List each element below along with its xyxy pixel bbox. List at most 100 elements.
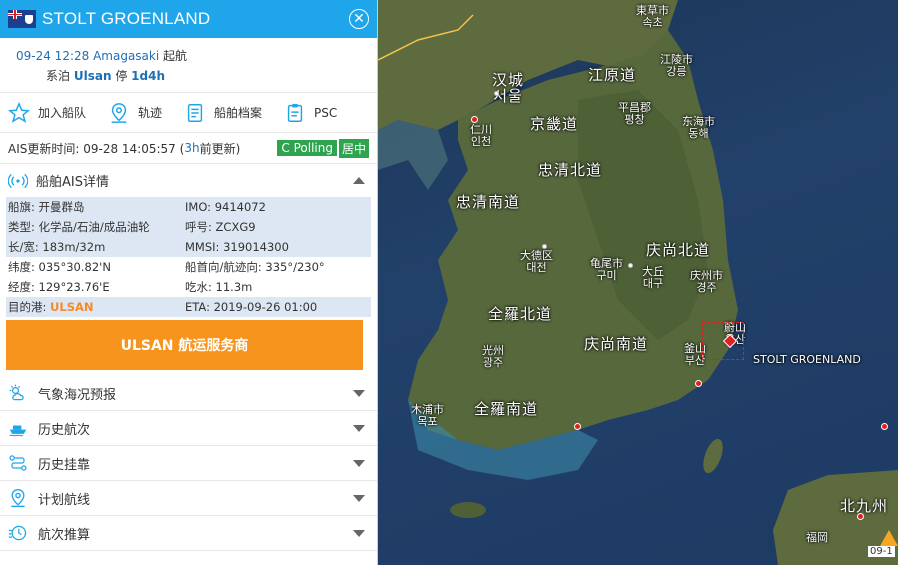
map-label-kitakyushu: 北九州 <box>840 497 889 515</box>
map-city-dot <box>494 91 499 96</box>
detail-cell: MMSI: 319014300 <box>185 240 289 254</box>
warning-icon[interactable] <box>880 530 898 546</box>
map-label-gumi: 龟尾市 구미 <box>590 257 623 282</box>
departure-time: 09-24 12:28 Amagasaki <box>16 49 160 63</box>
moored-duration: 1d4h <box>131 69 165 83</box>
detail-row: 船旗: 开曼群岛 IMO: 9414072 <box>6 197 371 217</box>
psc-button[interactable]: PSC <box>284 102 337 124</box>
ais-update-suffix: 前更新) <box>199 141 241 156</box>
ais-details-title: 船舶AIS详情 <box>36 175 109 190</box>
menu-voyage-estimate[interactable]: 航次推算 <box>0 516 377 551</box>
detail-row: 类型: 化学品/石油/成品油轮 呼号: ZCXG9 <box>6 217 371 237</box>
ship-icon <box>9 425 27 437</box>
location-pin-icon <box>111 102 127 123</box>
collapse-icon <box>353 177 365 184</box>
menu-label: 计划航线 <box>38 492 91 508</box>
voyage-info: 09-24 12:28 Amagasaki 起航 系泊 Ulsan 停 1d4h <box>0 38 377 93</box>
service-provider-button[interactable]: ULSAN 航运服务商 <box>6 320 363 370</box>
warning-tag: 09-1 <box>868 546 895 557</box>
menu-history-calls[interactable]: 历史挂靠 <box>0 446 377 481</box>
map-port-dot[interactable] <box>574 423 581 430</box>
cayman-islands-flag-icon <box>8 10 36 28</box>
map-label-donghae: 东海市 동해 <box>682 115 715 140</box>
document-icon <box>187 103 203 122</box>
close-icon: ✕ <box>353 11 365 27</box>
map-land <box>378 0 898 565</box>
expand-icon <box>353 459 365 467</box>
map-label-fukuoka: 福岡 <box>806 531 828 544</box>
psc-label: PSC <box>314 105 338 120</box>
map-label-chungbuk: 忠清北道 <box>538 161 603 179</box>
detail-row: 目的港: ULSAN ETA: 2019-09-26 01:00 <box>6 297 371 317</box>
detail-row: 纬度: 035°30.82'N 船首向/航迹向: 335°/230° <box>6 257 371 277</box>
map-label-gwangju: 光州 광주 <box>482 344 504 369</box>
detail-cell: 类型: 化学品/石油/成品油轮 <box>8 220 150 234</box>
star-icon <box>8 101 30 123</box>
detail-cell: 长/宽: 183m/32m <box>8 240 106 254</box>
action-bar: 加入船队 轨迹 船舶档案 PSC <box>0 93 377 133</box>
map-label-daegu: 大丘 대구 <box>642 265 664 290</box>
section-menu: 气象海况预报 历史航次 历史挂靠 计划航线 航次推算 <box>0 376 377 551</box>
map-label-jeonnam: 全羅南道 <box>474 400 539 418</box>
detail-cell: 纬度: 035°30.82'N <box>8 260 111 274</box>
menu-weather-forecast[interactable]: 气象海况预报 <box>0 376 377 411</box>
map-port-dot[interactable] <box>471 116 478 123</box>
menu-label: 历史航次 <box>38 422 91 438</box>
destination-link[interactable]: ULSAN <box>50 300 93 314</box>
c-polling-button[interactable]: C Polling <box>277 140 337 156</box>
map-label-gyeongbuk: 庆尚北道 <box>646 241 711 259</box>
detail-cell: 吃水: 11.3m <box>185 280 253 294</box>
map-port-dot[interactable] <box>695 380 702 387</box>
close-button[interactable]: ✕ <box>349 9 369 29</box>
ship-name: STOLT GROENLAND <box>42 9 211 28</box>
detail-cell: IMO: 9414072 <box>185 200 266 214</box>
map-label-pyeongchang: 平昌郡 평창 <box>618 101 651 126</box>
detail-cell: 船旗: 开曼群岛 <box>8 200 85 214</box>
menu-label: 航次推算 <box>38 527 91 543</box>
map-port-dot[interactable] <box>881 423 888 430</box>
ship-profile-button[interactable]: 船舶档案 <box>184 102 262 124</box>
add-to-fleet-label: 加入船队 <box>38 106 87 120</box>
history-clock-icon <box>8 525 27 541</box>
menu-history-voyages[interactable]: 历史航次 <box>0 411 377 446</box>
map-city-dot <box>628 263 633 268</box>
map-port-dot[interactable] <box>857 513 864 520</box>
expand-icon <box>353 529 365 537</box>
weather-icon <box>9 384 24 401</box>
ais-update-label: AIS更新时间: 09-28 14:05:57 ( <box>8 141 185 156</box>
moored-line: 系泊 Ulsan 停 1d4h <box>16 66 361 86</box>
map-label-sokcho: 東草市 속초 <box>636 4 669 29</box>
moored-port: Ulsan <box>73 69 112 83</box>
map-ship-label[interactable]: STOLT GROENLAND <box>753 354 861 366</box>
map-label-gangwon: 江原道 <box>588 66 637 84</box>
menu-label: 历史挂靠 <box>38 457 91 473</box>
map-view[interactable]: 東草市 속초 汉城 서울 江原道 江陵市 강릉 平昌郡 평창 仁川 인천 京畿道… <box>378 0 898 565</box>
ship-profile-label: 船舶档案 <box>214 106 263 120</box>
moored-mid: 停 <box>115 69 128 83</box>
ais-update-ago: 3h <box>184 141 200 155</box>
ais-update-row: AIS更新时间: 09-28 14:05:57 (3h 前更新) C Polli… <box>0 133 377 163</box>
map-label-gyeonggi: 京畿道 <box>530 115 579 133</box>
map-label-gyeongnam: 庆尚南道 <box>584 335 649 353</box>
destination-cell: 目的港: ULSAN <box>8 299 185 315</box>
map-label-gangneung: 江陵市 강릉 <box>660 53 693 78</box>
detail-row: 经度: 129°23.76'E 吃水: 11.3m <box>6 277 371 297</box>
location-pin-icon <box>11 488 25 507</box>
ais-details-header[interactable]: 船舶AIS详情 <box>0 163 377 197</box>
map-label-chungnam: 忠清南道 <box>456 193 521 211</box>
center-button[interactable]: 居中 <box>338 138 369 158</box>
departure-line: 09-24 12:28 Amagasaki 起航 <box>16 46 361 66</box>
map-label-daejeon: 大德区 대전 <box>520 249 553 274</box>
expand-icon <box>353 389 365 397</box>
menu-label: 气象海况预报 <box>38 387 117 403</box>
detail-cell: 船首向/航迹向: 335°/230° <box>185 260 325 274</box>
departure-label: 起航 <box>163 49 188 63</box>
expand-icon <box>353 494 365 502</box>
map-label-jeonbuk: 全羅北道 <box>488 305 553 323</box>
add-to-fleet-button[interactable]: 加入船队 <box>8 101 87 124</box>
moored-prefix: 系泊 <box>46 69 71 83</box>
panel-titlebar: STOLT GROENLAND ✕ <box>0 0 377 38</box>
menu-planned-route[interactable]: 计划航线 <box>0 481 377 516</box>
track-button[interactable]: 轨迹 <box>108 102 162 124</box>
destination-label: 目的港: <box>8 300 47 314</box>
